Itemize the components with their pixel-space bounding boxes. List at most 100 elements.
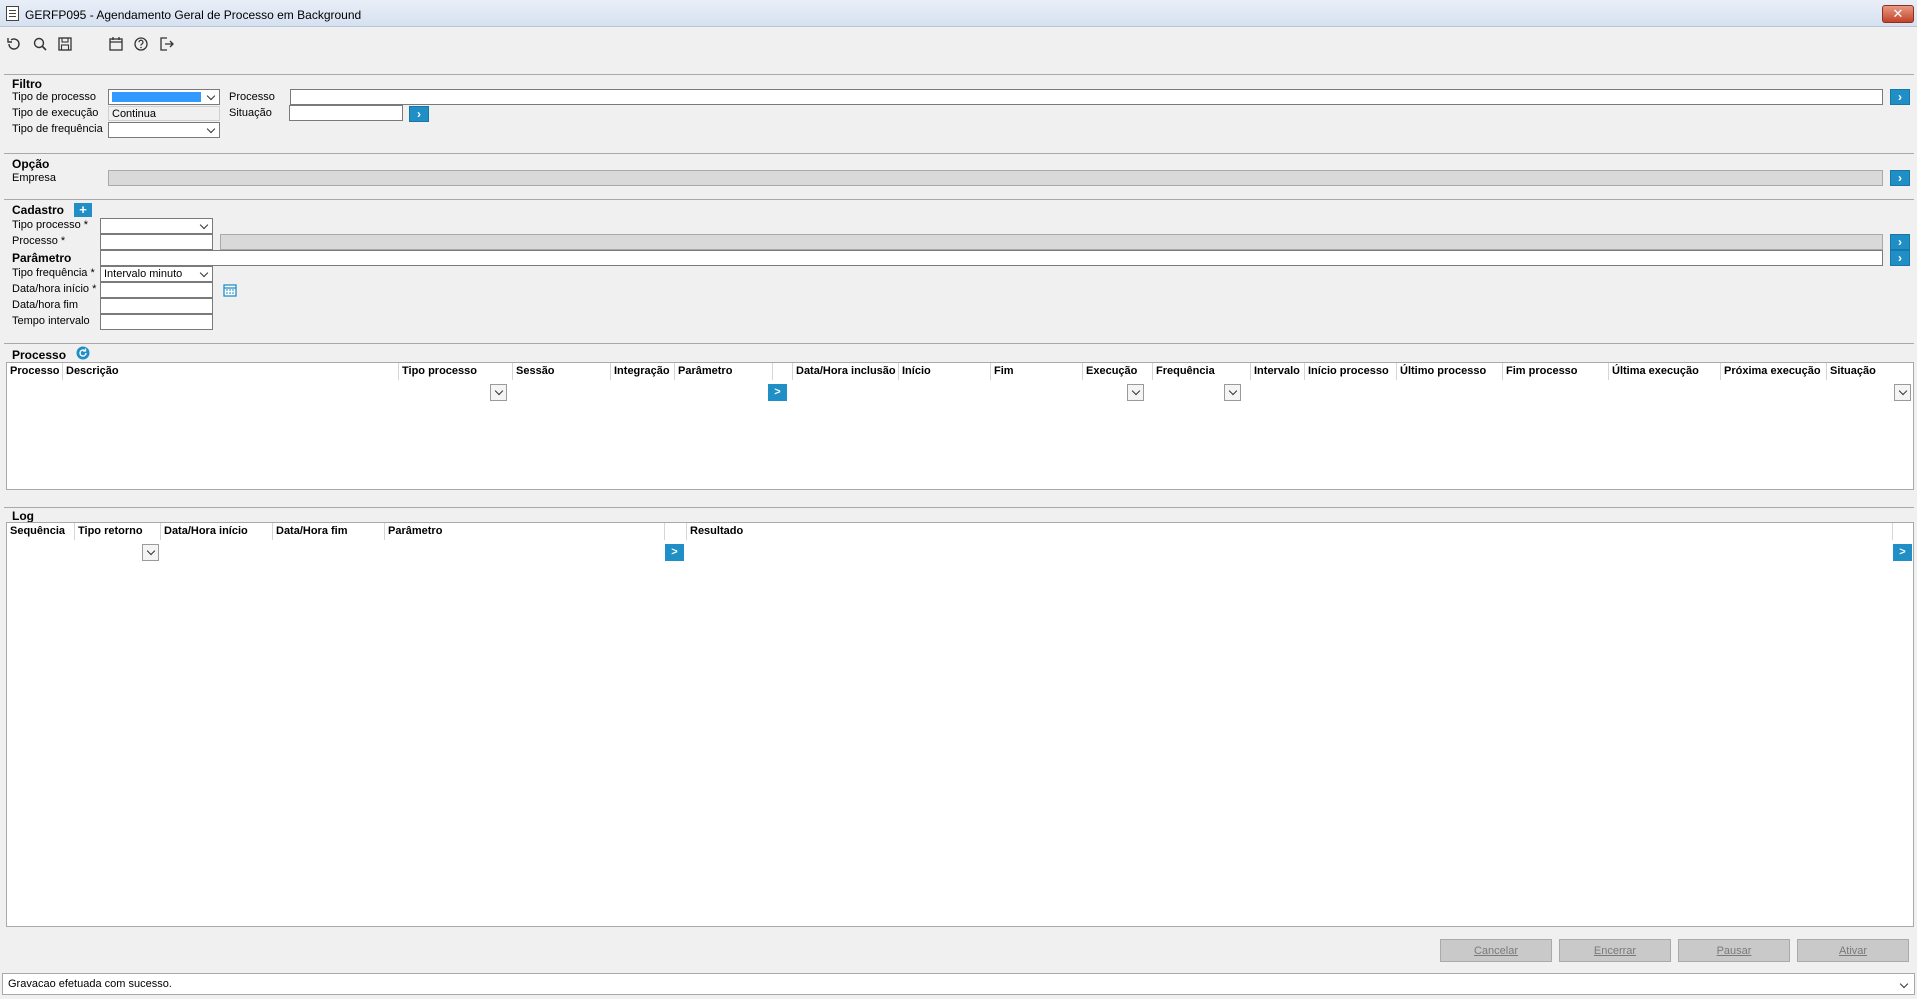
divider bbox=[4, 153, 1914, 154]
encerrar-button[interactable]: Encerrar bbox=[1559, 939, 1671, 962]
col-sessao[interactable]: Sessão bbox=[513, 363, 611, 380]
cad-processo-code-input[interactable] bbox=[100, 234, 213, 250]
tipo-frequencia-select[interactable] bbox=[108, 122, 220, 138]
tipo-processo-label: Tipo de processo bbox=[12, 91, 96, 103]
col-execucao[interactable]: Execução bbox=[1083, 363, 1153, 380]
cad-processo-description bbox=[220, 234, 1883, 250]
title-bar: GERFP095 - Agendamento Geral de Processo… bbox=[0, 0, 1917, 27]
col-integracao[interactable]: Integração bbox=[611, 363, 675, 380]
cad-tempo-intervalo-label: Tempo intervalo bbox=[12, 315, 90, 327]
col-situacao[interactable]: Situação bbox=[1827, 363, 1913, 380]
app-document-icon bbox=[6, 6, 19, 21]
chevron-down-icon[interactable] bbox=[1898, 979, 1910, 991]
empresa-go-button[interactable]: › bbox=[1890, 170, 1910, 186]
divider bbox=[4, 507, 1914, 508]
col-intervalo[interactable]: Intervalo bbox=[1251, 363, 1305, 380]
col-log-parametro[interactable]: Parâmetro bbox=[385, 523, 665, 540]
cad-tempo-intervalo-input[interactable] bbox=[100, 314, 213, 330]
cad-tipo-processo-label: Tipo processo * bbox=[12, 219, 89, 231]
processo-filter-input[interactable] bbox=[290, 89, 1883, 105]
col-ultima-execucao[interactable]: Última execução bbox=[1609, 363, 1721, 380]
calendar-icon[interactable] bbox=[106, 34, 126, 54]
add-cadastro-button[interactable]: + bbox=[74, 203, 92, 217]
cad-tipo-processo-select[interactable] bbox=[100, 218, 213, 234]
pausar-button[interactable]: Pausar bbox=[1678, 939, 1790, 962]
ativar-button[interactable]: Ativar bbox=[1797, 939, 1909, 962]
empresa-input bbox=[108, 170, 1883, 186]
filter-resultado-go-button[interactable]: > bbox=[1893, 544, 1912, 561]
processo-filter-label: Processo bbox=[229, 91, 275, 103]
empresa-label: Empresa bbox=[12, 172, 57, 184]
cad-tipo-frequencia-label: Tipo frequência * bbox=[12, 267, 95, 279]
tipo-processo-select[interactable] bbox=[108, 89, 220, 105]
close-window-button[interactable]: ✕ bbox=[1882, 5, 1914, 23]
cad-data-inicio-label: Data/hora início * bbox=[12, 283, 97, 295]
col-data-hora-fim[interactable]: Data/Hora fim bbox=[273, 523, 385, 540]
filter-log-parametro-go-button[interactable]: > bbox=[665, 544, 684, 561]
tipo-execucao-label: Tipo de execução bbox=[12, 107, 99, 119]
processo-grid: Processo Descrição Tipo processo Sessão … bbox=[6, 362, 1914, 490]
cad-processo-label: Processo * bbox=[12, 235, 66, 247]
chevron-down-icon bbox=[205, 124, 217, 136]
situacao-label: Situação bbox=[229, 107, 272, 119]
divider bbox=[4, 199, 1914, 200]
filter-situacao-dropdown[interactable] bbox=[1894, 384, 1911, 401]
col-fim-processo[interactable]: Fim processo bbox=[1503, 363, 1609, 380]
situacao-go-button[interactable]: › bbox=[409, 106, 429, 122]
status-bar: Gravacao efetuada com sucesso. bbox=[2, 973, 1915, 995]
cancelar-button[interactable]: Cancelar bbox=[1440, 939, 1552, 962]
filter-tipo-retorno-dropdown[interactable] bbox=[142, 544, 159, 561]
exit-icon[interactable] bbox=[156, 34, 176, 54]
col-parametro[interactable]: Parâmetro bbox=[675, 363, 773, 380]
undo-icon[interactable] bbox=[4, 34, 24, 54]
section-title-cadastro: Cadastro bbox=[12, 203, 65, 217]
chevron-down-icon bbox=[205, 91, 217, 103]
section-title-opcao: Opção bbox=[12, 157, 50, 171]
window-title: GERFP095 - Agendamento Geral de Processo… bbox=[25, 8, 362, 22]
filter-execucao-dropdown[interactable] bbox=[1127, 384, 1144, 401]
col-proxima-execucao[interactable]: Próxima execução bbox=[1721, 363, 1827, 380]
cad-data-inicio-input[interactable] bbox=[100, 282, 213, 298]
situacao-input[interactable] bbox=[289, 105, 403, 121]
col-data-hora-inicio[interactable]: Data/Hora início bbox=[161, 523, 273, 540]
col-inicio[interactable]: Início bbox=[899, 363, 991, 380]
col-descricao[interactable]: Descrição bbox=[63, 363, 399, 380]
cad-data-fim-label: Data/hora fim bbox=[12, 299, 79, 311]
filter-tipo-processo-dropdown[interactable] bbox=[490, 384, 507, 401]
refresh-icon[interactable] bbox=[75, 345, 91, 361]
divider bbox=[4, 74, 1914, 75]
col-inicio-processo[interactable]: Início processo bbox=[1305, 363, 1397, 380]
col-ultimo-processo[interactable]: Último processo bbox=[1397, 363, 1503, 380]
selected-value: Intervalo minuto bbox=[104, 268, 183, 280]
selected-highlight bbox=[112, 92, 201, 102]
tipo-frequencia-label: Tipo de frequência bbox=[12, 123, 103, 135]
section-title-log: Log bbox=[12, 509, 34, 523]
col-blank bbox=[773, 363, 793, 380]
cad-processo-go-button[interactable]: › bbox=[1890, 234, 1910, 250]
cad-parametro-go-button[interactable]: › bbox=[1890, 250, 1910, 266]
status-message: Gravacao efetuada com sucesso. bbox=[8, 978, 172, 990]
col-processo[interactable]: Processo bbox=[7, 363, 63, 380]
col-resultado[interactable]: Resultado bbox=[687, 523, 1893, 540]
processo-filter-go-button[interactable]: › bbox=[1890, 89, 1910, 105]
divider bbox=[4, 343, 1914, 344]
help-icon[interactable] bbox=[131, 34, 151, 54]
chevron-down-icon bbox=[198, 220, 210, 232]
col-sequencia[interactable]: Sequência bbox=[7, 523, 75, 540]
filter-frequencia-dropdown[interactable] bbox=[1224, 384, 1241, 401]
cad-parametro-input[interactable] bbox=[100, 250, 1883, 266]
search-icon[interactable] bbox=[30, 34, 50, 54]
col-tipo-retorno[interactable]: Tipo retorno bbox=[75, 523, 161, 540]
cad-tipo-frequencia-select[interactable]: Intervalo minuto bbox=[100, 266, 213, 282]
col-fim[interactable]: Fim bbox=[991, 363, 1083, 380]
filter-parametro-go-button[interactable]: > bbox=[768, 384, 787, 401]
cad-data-fim-input[interactable] bbox=[100, 298, 213, 314]
col-tipo-processo[interactable]: Tipo processo bbox=[399, 363, 513, 380]
dropdown-option-continua[interactable]: Continua bbox=[108, 106, 220, 121]
save-icon[interactable] bbox=[55, 34, 75, 54]
chevron-down-icon bbox=[198, 268, 210, 280]
col-data-hora-inclusao[interactable]: Data/Hora inclusão bbox=[793, 363, 899, 380]
calendar-picker-icon[interactable] bbox=[222, 282, 238, 298]
col-frequencia[interactable]: Frequência bbox=[1153, 363, 1251, 380]
col-log-blank bbox=[665, 523, 687, 540]
